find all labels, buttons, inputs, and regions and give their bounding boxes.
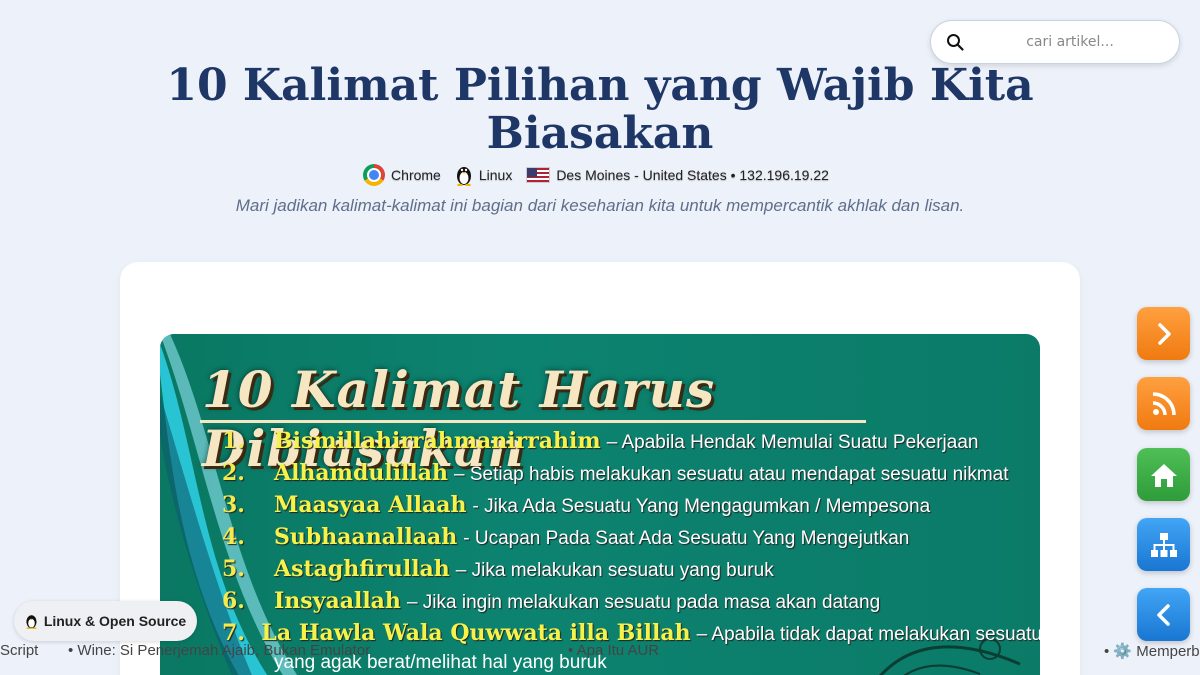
poster-item-desc: – Jika melakukan sesuatu yang buruk <box>455 560 774 581</box>
article-meta: Chrome Linux Des Moines - United States … <box>0 164 1200 186</box>
category-pill-label: Linux & Open Source <box>43 613 187 629</box>
search-input[interactable] <box>975 34 1165 50</box>
page-title: 10 Kalimat Pilihan yang Wajib Kita Biasa… <box>166 60 1034 159</box>
meta-location-label: Des Moines - United States • 132.196.19.… <box>556 167 829 183</box>
poster-item-term: Maasyaa Allaah <box>274 492 467 518</box>
rss-icon <box>1152 391 1176 415</box>
search-icon[interactable] <box>945 32 965 52</box>
search-box[interactable] <box>930 20 1180 64</box>
prev-button[interactable] <box>1137 588 1190 641</box>
chrome-icon <box>363 164 386 186</box>
poster-item-number: 2. <box>222 460 245 486</box>
sitemap-icon <box>1150 532 1177 557</box>
tux-icon <box>456 167 471 186</box>
ticker-item[interactable]: • Wine: Si Penerjemah Ajaib, Bukan Emula… <box>68 642 370 659</box>
poster-item-number: 1. <box>222 428 245 454</box>
poster-item: 4. Subhaanallaah - Ucapan Pada Saat Ada … <box>222 524 1040 556</box>
tux-icon <box>26 615 37 629</box>
ticker-item[interactable]: Script <box>0 642 38 659</box>
poster-item-term: Bismillahirrahmanirrahim <box>274 428 601 454</box>
poster-underline <box>200 420 866 423</box>
meta-browser-label: Chrome <box>391 167 441 183</box>
poster-item-number: 3. <box>222 492 245 518</box>
next-button[interactable] <box>1137 307 1190 360</box>
meta-location: Des Moines - United States • 132.196.19.… <box>526 167 829 183</box>
chevron-left-icon <box>1156 603 1170 626</box>
poster-item-desc: – Jika ingin melakukan sesuatu pada masa… <box>406 592 881 613</box>
poster-item: 6. Insyaallah – Jika ingin melakukan ses… <box>222 588 1040 620</box>
home-button[interactable] <box>1137 448 1190 501</box>
poster-item-number: 5. <box>222 556 245 582</box>
poster-item: 2. Alhamdulillah – Setiap habis melakuka… <box>222 460 1040 492</box>
meta-os-label: Linux <box>478 167 513 183</box>
poster-list: 1. Bismillahirrahmanirrahim – Apabila He… <box>222 428 1040 675</box>
category-pill[interactable]: Linux & Open Source <box>14 601 197 641</box>
home-icon <box>1150 463 1177 487</box>
ticker-item[interactable]: • Apa Itu AUR <box>568 642 659 659</box>
poster-item-desc: - Jika Ada Sesuatu Yang Mengagumkan / Me… <box>472 496 931 517</box>
poster-item-desc: – Setiap habis melakukan sesuatu atau me… <box>454 464 1009 485</box>
article-image: 10 Kalimat Harus Dibiasakan 1. Bismillah… <box>160 334 1040 675</box>
poster-item-desc: – Apabila Hendak Memulai Suatu Pekerjaan <box>606 432 979 453</box>
poster-item-term: Alhamdulillah <box>274 460 449 486</box>
poster-item-number: 6. <box>222 588 245 614</box>
poster-item: 3. Maasyaa Allaah - Jika Ada Sesuatu Yan… <box>222 492 1040 524</box>
poster-item-desc: - Ucapan Pada Saat Ada Sesuatu Yang Meng… <box>463 528 910 549</box>
poster-item: 5. Astaghfirullah – Jika melakukan sesua… <box>222 556 1040 588</box>
rss-button[interactable] <box>1137 377 1190 430</box>
poster-item-number: 4. <box>222 524 245 550</box>
poster-item-term: Astaghfirullah <box>274 556 450 582</box>
us-flag-icon <box>526 167 551 183</box>
sitemap-button[interactable] <box>1137 518 1190 571</box>
meta-os: Linux <box>455 164 512 186</box>
news-ticker: Script • Wine: Si Penerjemah Ajaib, Buka… <box>0 642 1200 664</box>
ticker-item[interactable]: • ⚙️ Memperb <box>1104 642 1200 660</box>
poster-item: 1. Bismillahirrahmanirrahim – Apabila He… <box>222 428 1040 460</box>
poster-item-term: Subhaanallaah <box>274 524 458 550</box>
poster-item-term: Insyaallah <box>274 588 401 614</box>
chevron-right-icon <box>1157 322 1171 345</box>
meta-browser: Chrome <box>363 164 441 186</box>
article-subtitle: Mari jadikan kalimat-kalimat ini bagian … <box>235 196 965 215</box>
